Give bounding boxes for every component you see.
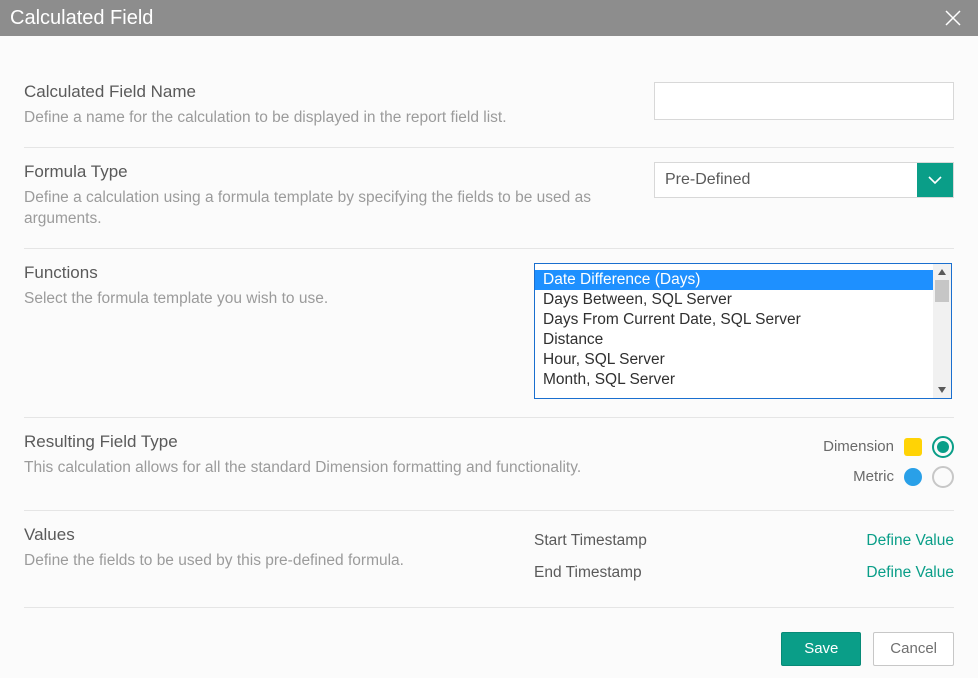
close-icon[interactable]	[942, 7, 964, 29]
metric-swatch-icon	[904, 468, 922, 486]
scroll-up-icon[interactable]	[933, 264, 951, 280]
formula-type-value: Pre-Defined	[655, 163, 917, 197]
option-label-dimension: Dimension	[823, 438, 894, 455]
value-row: End Timestamp Define Value	[534, 557, 954, 589]
functions-listbox[interactable]: Date Difference (Days) Days Between, SQL…	[534, 263, 952, 399]
list-item[interactable]: Days From Current Date, SQL Server	[535, 310, 933, 330]
save-button[interactable]: Save	[781, 632, 861, 666]
option-label-metric: Metric	[853, 468, 894, 485]
section-values: Values Define the fields to be used by t…	[24, 511, 954, 608]
resulting-type-heading: Resulting Field Type	[24, 432, 784, 452]
value-label: Start Timestamp	[534, 532, 866, 550]
dialog-body: Calculated Field Name Define a name for …	[0, 36, 978, 678]
functions-heading: Functions	[24, 263, 534, 283]
value-label: End Timestamp	[534, 564, 866, 582]
section-formula-type: Formula Type Define a calculation using …	[24, 148, 954, 249]
dialog-title: Calculated Field	[10, 7, 153, 30]
list-item[interactable]: Hour, SQL Server	[535, 350, 933, 370]
values-desc: Define the fields to be used by this pre…	[24, 551, 534, 572]
field-name-input[interactable]	[654, 82, 954, 120]
title-bar: Calculated Field	[0, 0, 978, 36]
radio-metric[interactable]	[932, 466, 954, 488]
section-functions: Functions Select the formula template yo…	[24, 249, 954, 418]
cancel-button[interactable]: Cancel	[873, 632, 954, 666]
list-item[interactable]: Days Between, SQL Server	[535, 290, 933, 310]
dimension-swatch-icon	[904, 438, 922, 456]
formula-type-select[interactable]: Pre-Defined	[654, 162, 954, 198]
scroll-down-icon[interactable]	[933, 382, 951, 398]
value-row: Start Timestamp Define Value	[534, 525, 954, 557]
formula-type-desc: Define a calculation using a formula tem…	[24, 188, 634, 230]
dialog-footer: Save Cancel	[24, 608, 954, 672]
scroll-track[interactable]	[933, 280, 951, 382]
list-item[interactable]	[535, 390, 933, 396]
scrollbar[interactable]	[933, 264, 951, 398]
radio-dimension[interactable]	[932, 436, 954, 458]
field-name-desc: Define a name for the calculation to be …	[24, 108, 634, 129]
section-field-name: Calculated Field Name Define a name for …	[24, 68, 954, 148]
define-value-link[interactable]: Define Value	[866, 564, 954, 582]
define-value-link[interactable]: Define Value	[866, 532, 954, 550]
resulting-type-desc: This calculation allows for all the stan…	[24, 458, 634, 479]
section-resulting-type: Resulting Field Type This calculation al…	[24, 418, 954, 511]
field-name-heading: Calculated Field Name	[24, 82, 654, 102]
list-item[interactable]: Date Difference (Days)	[535, 270, 933, 290]
list-item[interactable]: Month, SQL Server	[535, 370, 933, 390]
chevron-down-icon	[917, 163, 953, 197]
list-item[interactable]: Distance	[535, 330, 933, 350]
scroll-thumb[interactable]	[935, 280, 949, 302]
values-heading: Values	[24, 525, 534, 545]
formula-type-heading: Formula Type	[24, 162, 654, 182]
functions-desc: Select the formula template you wish to …	[24, 289, 534, 310]
